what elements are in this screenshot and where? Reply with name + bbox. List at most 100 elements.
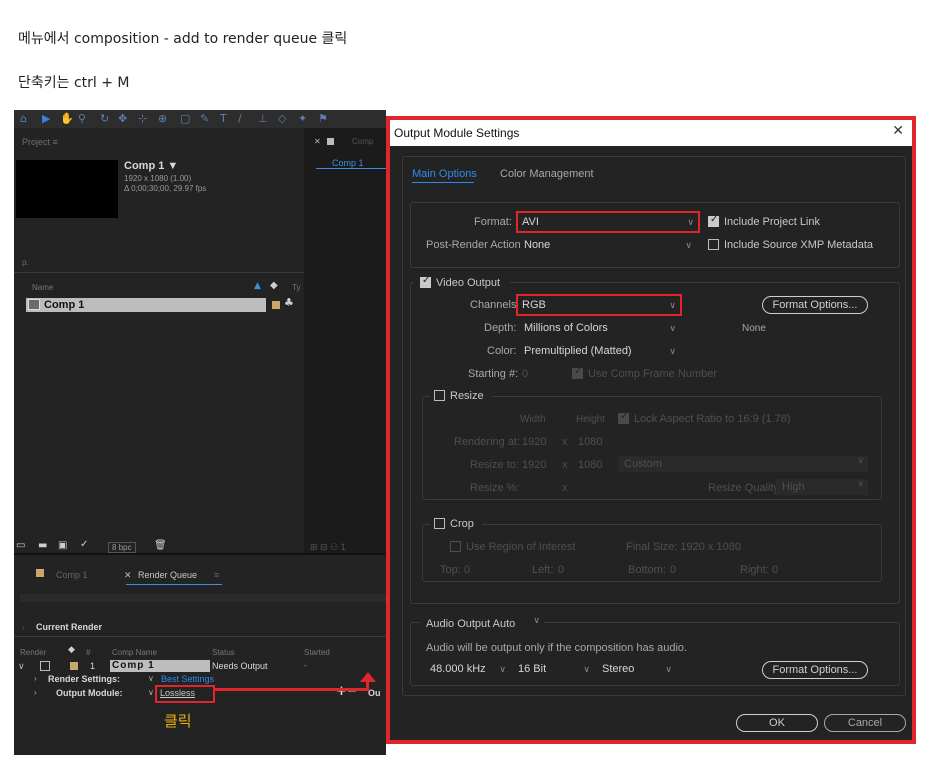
crop-checkbox[interactable] — [434, 518, 445, 529]
rq-tab-comp[interactable]: Comp 1 — [56, 570, 88, 580]
crop-left-value[interactable]: 0 — [558, 564, 564, 576]
post-render-dropdown[interactable]: None ∨ — [520, 237, 696, 253]
resize-quality-dropdown[interactable]: High ∨ — [776, 479, 868, 495]
resize-to-height[interactable]: 1080 — [578, 459, 602, 471]
tab-underline — [126, 584, 222, 585]
crop-top-value[interactable]: 0 — [464, 564, 470, 576]
tab-color-management[interactable]: Color Management — [500, 168, 594, 180]
interpret-footage-icon[interactable]: ▭ — [16, 540, 25, 551]
add-output-icon[interactable]: + — [336, 684, 347, 699]
new-comp-icon[interactable]: ▣ — [58, 540, 67, 551]
home-icon[interactable]: ⌂ — [20, 113, 32, 124]
resize-checkbox[interactable] — [434, 390, 445, 401]
render-checkbox[interactable] — [40, 661, 50, 671]
times-sign: x — [562, 482, 568, 494]
cancel-button[interactable]: Cancel — [824, 714, 906, 732]
bit-depth-dropdown[interactable]: 16 Bit ∨ — [514, 661, 594, 677]
zoom-tool-icon[interactable]: ⚲ — [78, 113, 90, 124]
video-output-checkbox[interactable] — [420, 275, 431, 288]
row-label-color[interactable] — [70, 662, 78, 670]
project-tab[interactable]: Project ≡ — [22, 137, 58, 147]
camera-tool-icon[interactable]: ✥ — [118, 113, 130, 124]
col-status[interactable]: Status — [212, 648, 235, 657]
label-tag-icon[interactable]: ◆ — [270, 280, 278, 291]
label-tag-icon[interactable]: ◆ — [68, 645, 75, 655]
starting-value[interactable]: 0 — [522, 368, 528, 380]
col-name[interactable]: Name — [32, 283, 53, 292]
comp-viewer-inner-tab[interactable]: Comp 1 — [332, 158, 364, 168]
puppet-tool-icon[interactable]: ⚑ — [318, 113, 330, 124]
include-project-link-checkbox[interactable] — [708, 214, 719, 227]
chevron-down-icon: ∨ — [533, 616, 540, 626]
project-search[interactable]: ρ. — [22, 258, 29, 267]
chevron-down-icon[interactable]: ∨ — [148, 688, 154, 697]
expand-arrow-icon[interactable]: › — [34, 688, 37, 697]
rq-tab-close-icon[interactable]: ✕ — [124, 570, 132, 581]
col-type[interactable]: Ty — [292, 283, 300, 292]
remove-output-icon[interactable] — [348, 691, 356, 692]
expand-arrow-icon[interactable]: › — [34, 674, 37, 683]
sort-up-icon[interactable]: ▲ — [254, 281, 261, 291]
viewer-footer-icons[interactable]: ⊞ ⊟ ⚇ 1 — [310, 542, 346, 553]
color-dropdown[interactable]: Premultiplied (Matted) ∨ — [520, 343, 680, 359]
tab-main-options[interactable]: Main Options — [412, 168, 477, 180]
post-render-label: Post-Render Action: — [426, 239, 524, 251]
use-roi-checkbox[interactable] — [450, 541, 461, 552]
chevron-down-icon[interactable]: ∨ — [148, 674, 154, 683]
instruction-line-1: 메뉴에서 composition - add to render queue 클… — [18, 31, 348, 47]
comp-viewer-close-icon[interactable]: ✕ — [314, 137, 321, 146]
format-options-button[interactable]: Format Options... — [762, 296, 868, 314]
col-render[interactable]: Render — [20, 648, 46, 657]
audio-format-options-button[interactable]: Format Options... — [762, 661, 868, 679]
use-roi-label: Use Region of Interest — [466, 541, 576, 553]
lock-aspect-checkbox[interactable] — [618, 411, 629, 424]
label-color-swatch[interactable] — [272, 301, 280, 309]
resize-to-width[interactable]: 1920 — [522, 459, 546, 471]
include-xmp-checkbox[interactable] — [708, 239, 719, 250]
bpc-button[interactable]: 8 bpc — [108, 542, 136, 553]
resize-quality-value: High — [782, 481, 805, 493]
ok-button[interactable]: OK — [736, 714, 818, 732]
depth-dropdown[interactable]: Millions of Colors ∨ — [520, 320, 680, 336]
codec-value: None — [742, 323, 766, 334]
pan-tool-icon[interactable]: ⊹ — [138, 113, 150, 124]
adjust-icon[interactable]: ✓ — [80, 539, 88, 550]
sample-rate-dropdown[interactable]: 48.000 kHz ∨ — [426, 661, 510, 677]
col-num[interactable]: # — [86, 648, 90, 657]
selection-tool-icon[interactable]: ▶ — [42, 113, 54, 124]
trash-icon[interactable]: 🗑 — [154, 540, 167, 551]
hand-tool-icon[interactable]: ✋ — [60, 113, 74, 124]
eraser-tool-icon[interactable]: ◇ — [278, 113, 290, 124]
bit-depth-value: 16 Bit — [518, 663, 547, 675]
text-tool-icon[interactable]: T — [220, 113, 232, 124]
format-dropdown[interactable]: AVI ∨ — [516, 211, 700, 233]
resize-preset-dropdown[interactable]: Custom ∨ — [618, 456, 868, 472]
rotate-tool-icon[interactable]: ↻ — [100, 113, 112, 124]
roto-tool-icon[interactable]: ✦ — [298, 113, 310, 124]
stamp-tool-icon[interactable]: ⊥ — [258, 113, 270, 124]
brush-tool-icon[interactable]: / — [238, 113, 250, 124]
mask-tool-icon[interactable]: ▢ — [180, 113, 192, 124]
output-module-link[interactable]: Lossless — [160, 688, 195, 698]
close-icon[interactable]: ✕ — [892, 123, 904, 139]
audio-output-dropdown[interactable]: Audio Output Auto ∨ — [420, 616, 544, 632]
rq-tab-render-queue[interactable]: Render Queue — [138, 570, 197, 580]
pen-tool-icon[interactable]: ✎ — [200, 113, 212, 124]
chevron-down-icon: ∨ — [499, 664, 506, 674]
crop-right-label: Right: — [740, 564, 769, 576]
audio-channels-dropdown[interactable]: Stereo ∨ — [598, 661, 676, 677]
use-comp-frame-checkbox[interactable] — [572, 366, 583, 379]
crop-right-value[interactable]: 0 — [772, 564, 778, 576]
channels-dropdown[interactable]: RGB ∨ — [516, 294, 682, 316]
col-comp-name[interactable]: Comp Name — [112, 648, 157, 657]
anchor-tool-icon[interactable]: ⊕ — [158, 113, 170, 124]
expand-arrow-icon[interactable]: › — [22, 623, 25, 632]
render-settings-link[interactable]: Best Settings — [161, 674, 214, 684]
new-folder-icon[interactable]: ▬ — [38, 540, 47, 551]
comp-viewer-tab[interactable]: Comp — [352, 137, 373, 146]
format-label: Format: — [474, 216, 512, 228]
crop-bottom-value[interactable]: 0 — [670, 564, 676, 576]
col-started[interactable]: Started — [304, 648, 330, 657]
rq-tab-menu[interactable]: ≡ — [214, 570, 219, 580]
collapse-arrow-icon[interactable]: ∨ — [18, 661, 25, 672]
